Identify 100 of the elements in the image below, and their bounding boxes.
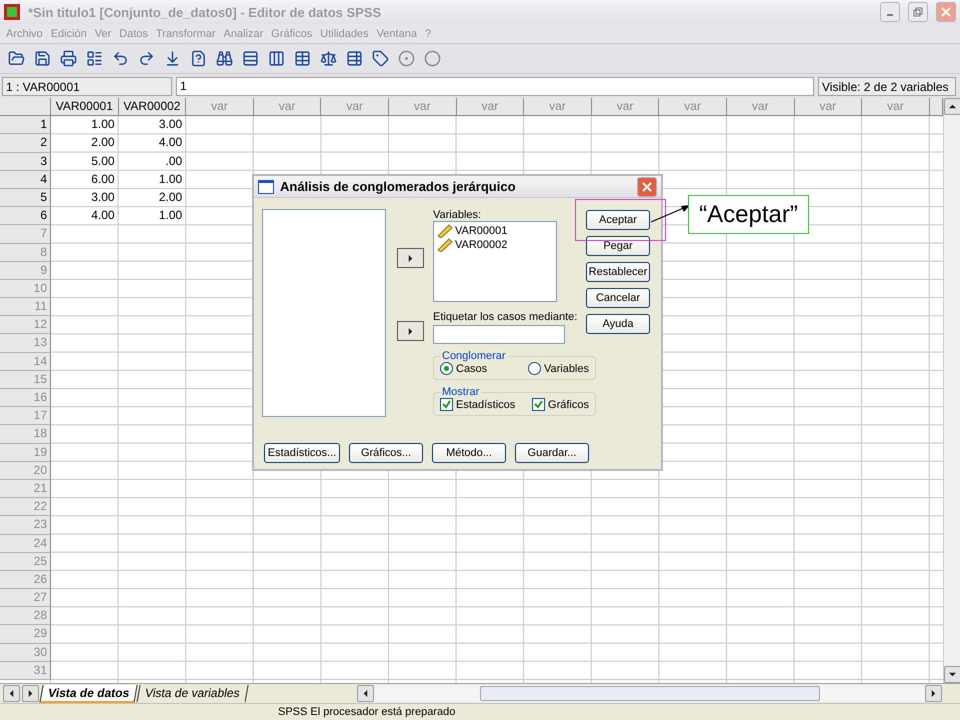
dialog-list-icon[interactable] <box>86 50 103 67</box>
find-icon[interactable] <box>216 50 233 67</box>
scroll-thumb[interactable] <box>480 686 820 701</box>
column-header[interactable]: var <box>456 98 524 116</box>
minimize-button[interactable] <box>880 2 900 22</box>
row-header[interactable]: 30 <box>0 644 51 662</box>
column-header[interactable]: var <box>254 98 322 116</box>
radio-button[interactable] <box>440 362 453 375</box>
row-header[interactable]: 4 <box>0 170 51 189</box>
row-header[interactable]: 29 <box>0 625 51 644</box>
variables-icon[interactable] <box>190 50 207 67</box>
column-header[interactable]: var <box>186 98 254 116</box>
tab-scroll-right-button[interactable] <box>22 685 39 702</box>
row-header[interactable]: 21 <box>0 480 51 498</box>
row-header[interactable]: 11 <box>0 298 51 316</box>
menu-item[interactable]: Ver <box>90 28 116 40</box>
menu-item[interactable]: Archivo <box>2 28 47 40</box>
menu-item[interactable]: Gráficos <box>267 28 316 40</box>
menu-item[interactable]: Analizar <box>220 28 268 40</box>
grid-corner[interactable] <box>0 98 51 116</box>
checkbox[interactable] <box>440 398 453 411</box>
row-header[interactable]: 22 <box>0 498 51 516</box>
variable-item[interactable]: VAR00001 <box>455 225 508 237</box>
dialog-close-button[interactable] <box>637 176 657 196</box>
row-header[interactable]: 31 <box>0 662 51 680</box>
checkbox[interactable] <box>532 398 546 411</box>
circles-icon[interactable] <box>398 50 415 67</box>
column-header[interactable]: VAR00002 <box>118 98 186 116</box>
column-header[interactable]: var <box>726 98 795 116</box>
menu-item[interactable]: Edición <box>46 28 91 40</box>
variable-item[interactable]: VAR00002 <box>455 239 508 251</box>
menu-item[interactable]: Transformar <box>152 28 220 40</box>
dialog-button[interactable]: Pegar <box>586 236 650 256</box>
row-header[interactable]: 23 <box>0 516 51 534</box>
row-header[interactable]: 12 <box>0 316 51 334</box>
row-header[interactable]: 25 <box>0 552 51 571</box>
dialog-button[interactable]: Cancelar <box>586 288 650 308</box>
source-variable-list[interactable] <box>262 209 386 417</box>
variables-list[interactable]: VAR00001 VAR00002 <box>433 221 557 302</box>
tab-scroll-left-button[interactable] <box>3 685 20 702</box>
row-header[interactable]: 8 <box>0 244 51 262</box>
horizontal-scrollbar[interactable] <box>357 685 942 702</box>
print-icon[interactable] <box>60 50 77 67</box>
move-to-variables-button[interactable] <box>397 248 424 268</box>
row-header[interactable]: 16 <box>0 389 51 408</box>
column-header[interactable]: var <box>659 98 727 116</box>
column-header[interactable]: var <box>524 98 592 116</box>
column-header[interactable]: var <box>592 98 660 116</box>
row-header[interactable]: 6 <box>0 207 51 226</box>
open-icon[interactable] <box>8 50 25 67</box>
column-header[interactable]: VAR00001 <box>51 98 119 116</box>
row-header[interactable]: 10 <box>0 280 51 298</box>
save-icon[interactable] <box>34 50 51 67</box>
row-header[interactable]: 9 <box>0 262 51 280</box>
scroll-up-button[interactable] <box>944 98 960 115</box>
scroll-left-button[interactable] <box>357 685 374 702</box>
vertical-scrollbar[interactable] <box>943 98 960 683</box>
column-header[interactable]: var <box>862 98 930 116</box>
column-header[interactable]: var <box>388 98 457 116</box>
go-to-icon[interactable] <box>164 50 181 67</box>
table-icon[interactable] <box>294 50 311 67</box>
dialog-button[interactable]: Restablecer <box>586 262 650 282</box>
row-header[interactable]: 19 <box>0 444 51 462</box>
table-select-icon[interactable] <box>346 50 363 67</box>
row-header[interactable]: 2 <box>0 134 51 153</box>
row-header[interactable]: 1 <box>0 116 51 134</box>
scroll-right-button[interactable] <box>925 685 942 702</box>
menu-item[interactable]: Datos <box>115 28 152 40</box>
menu-item[interactable]: Utilidades <box>316 28 373 40</box>
insert-columns-icon[interactable] <box>268 50 285 67</box>
scale-icon[interactable] <box>320 50 337 67</box>
column-header[interactable]: var <box>794 98 862 116</box>
restore-button[interactable] <box>908 2 928 22</box>
row-header[interactable]: 13 <box>0 334 51 353</box>
row-header[interactable]: 15 <box>0 370 51 389</box>
row-header[interactable]: 5 <box>0 188 51 208</box>
label-cases-field[interactable] <box>433 325 565 344</box>
insert-rows-icon[interactable] <box>242 50 259 67</box>
tag-icon[interactable] <box>372 50 389 67</box>
dialog-button[interactable]: Gráficos... <box>349 443 423 463</box>
row-header[interactable]: 7 <box>0 225 51 244</box>
menu-item[interactable]: Ventana <box>372 28 421 40</box>
row-header[interactable]: 24 <box>0 534 51 553</box>
radio-button[interactable] <box>528 362 541 375</box>
redo-icon[interactable] <box>138 50 155 67</box>
row-header[interactable]: 17 <box>0 407 51 426</box>
row-header[interactable]: 14 <box>0 352 51 371</box>
dialog-button[interactable]: Ayuda <box>586 314 650 334</box>
row-header[interactable]: 26 <box>0 570 51 590</box>
sheet-tab[interactable]: Vista de datos <box>39 684 138 702</box>
undo-icon[interactable] <box>112 50 129 67</box>
dialog-button[interactable]: Estadísticos... <box>264 443 340 463</box>
row-header[interactable]: 28 <box>0 607 51 626</box>
cell-value-field[interactable]: 1 <box>176 76 814 96</box>
dialog-button[interactable]: Aceptar <box>586 210 650 230</box>
row-header[interactable]: 18 <box>0 425 51 444</box>
scroll-down-button[interactable] <box>944 666 960 683</box>
row-header[interactable]: 27 <box>0 589 51 608</box>
dialog-button[interactable]: Método... <box>432 443 506 463</box>
column-header[interactable]: var <box>321 98 389 116</box>
